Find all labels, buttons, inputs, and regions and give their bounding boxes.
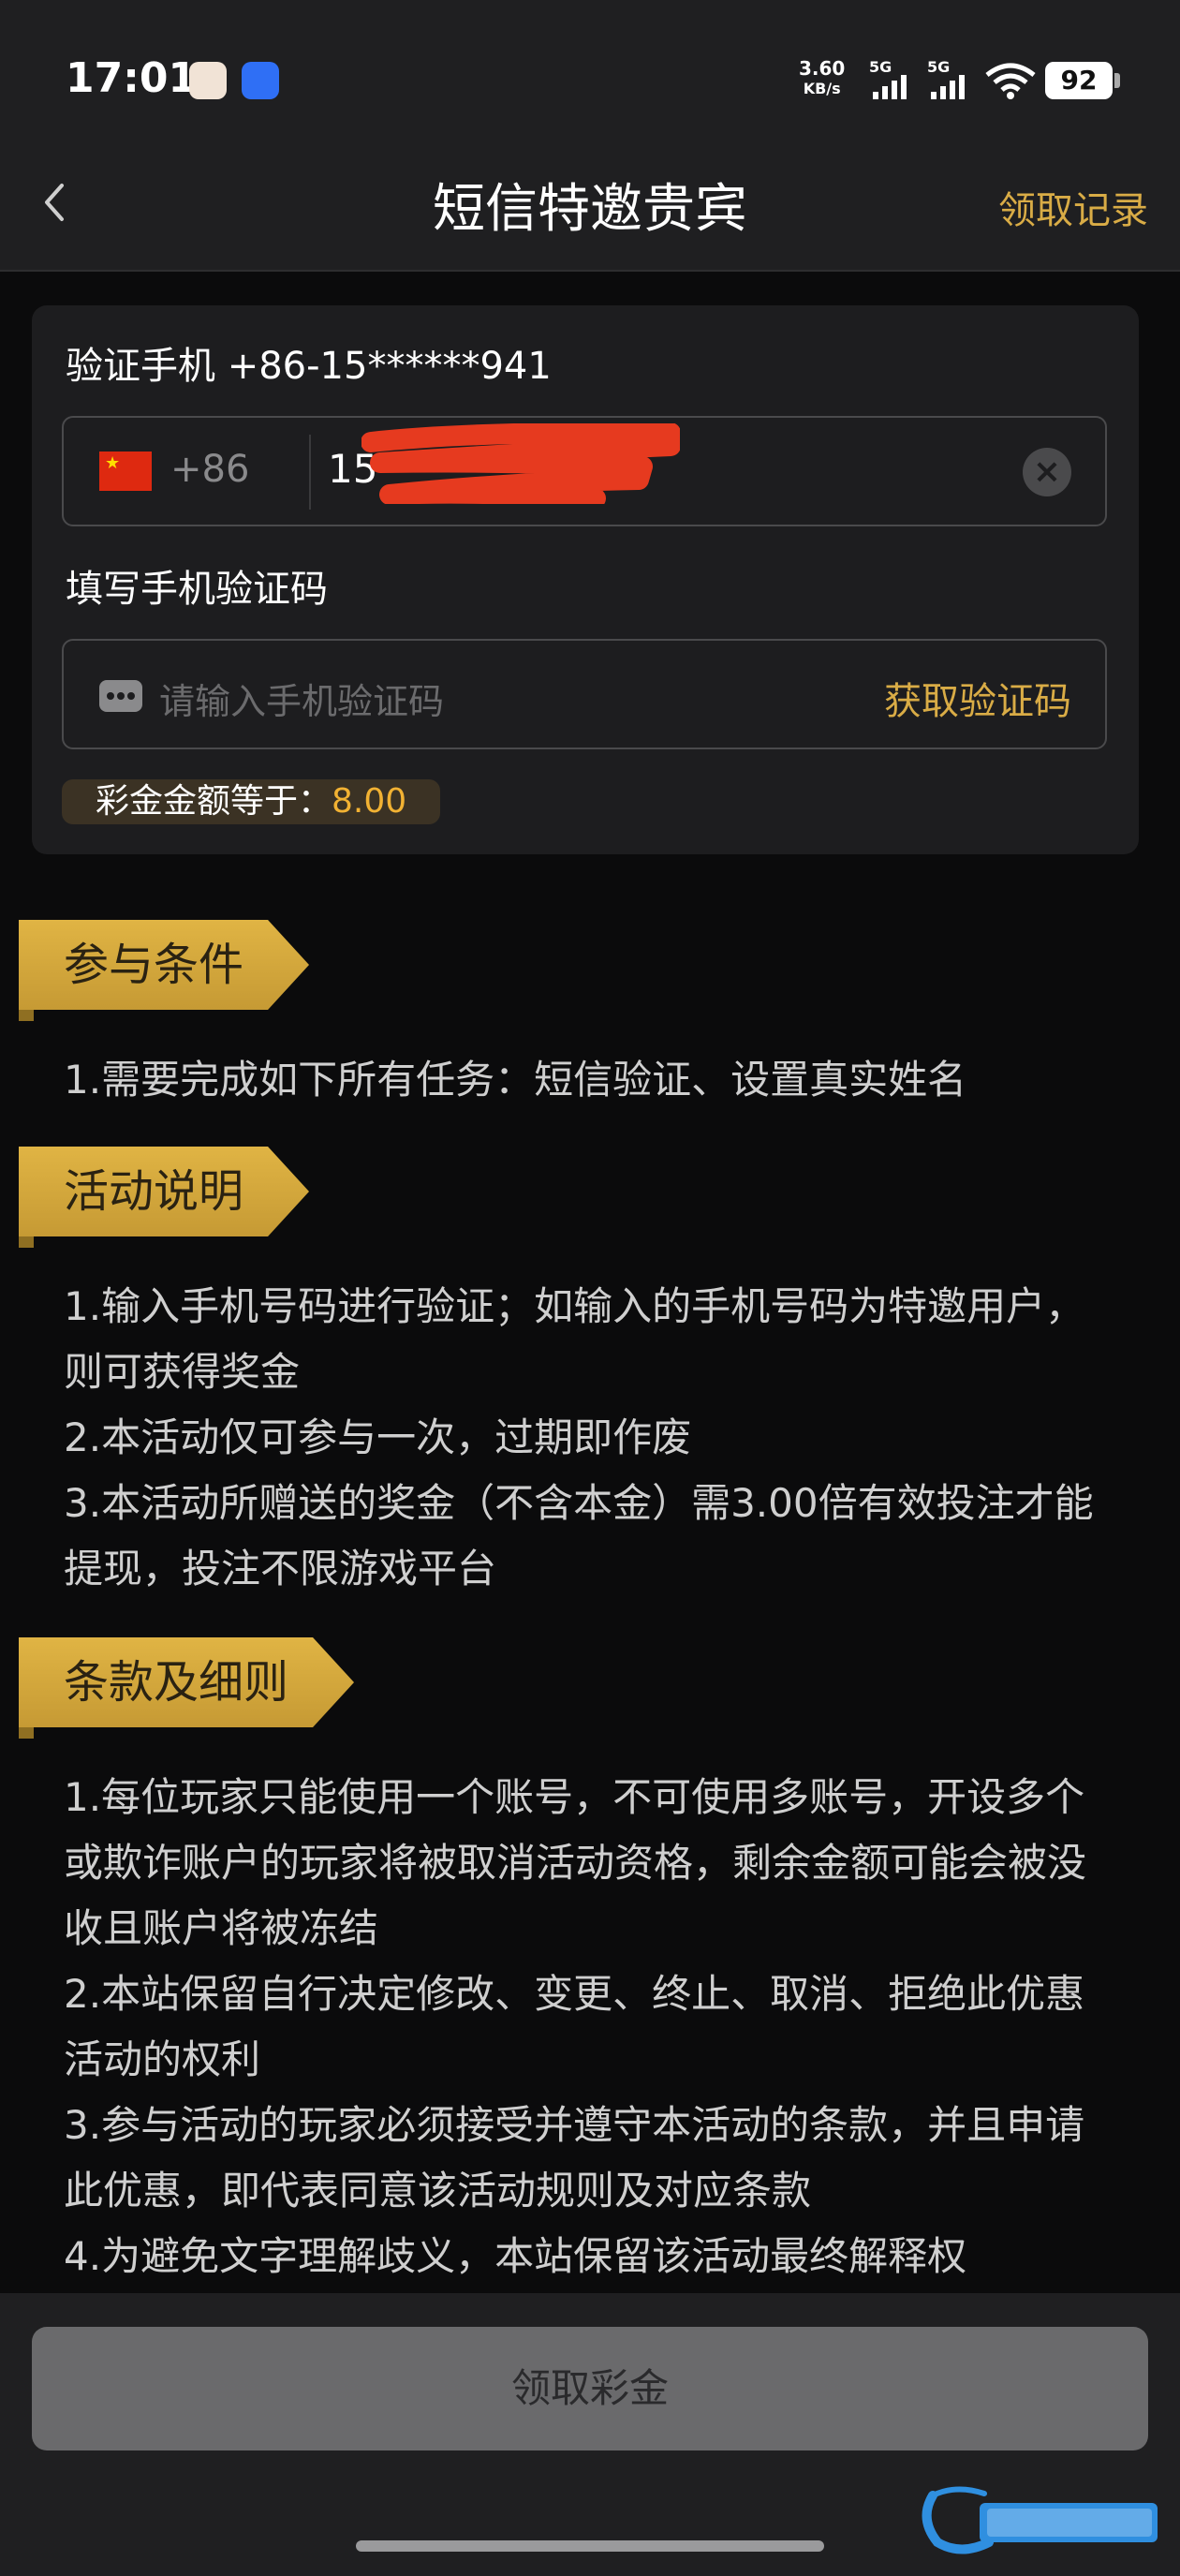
network-speed-unit: KB/s xyxy=(803,80,841,97)
phone-input[interactable]: ★ +86 15 × xyxy=(62,416,1107,526)
paw-app-icon xyxy=(242,62,279,99)
section-tag-fold xyxy=(19,1236,34,1248)
signal-label-1: 5G xyxy=(869,58,892,76)
avatar-app-icon xyxy=(189,62,227,99)
list-item: 3.本活动所赠送的奖金（不含本金）需3.00倍有效投注才能提现，投注不限游戏平台 xyxy=(64,1480,1094,1591)
signal-icon-2: 5G xyxy=(927,58,976,99)
battery-tip xyxy=(1114,73,1120,88)
clear-icon[interactable]: × xyxy=(1023,448,1071,496)
code-placeholder[interactable]: 请输入手机验证码 xyxy=(159,673,444,724)
list-item: 2.本站保留自行决定修改、变更、终止、取消、拒绝此优惠活动的权利 xyxy=(64,1971,1085,2082)
wifi-icon xyxy=(985,63,1036,99)
home-indicator[interactable] xyxy=(356,2540,824,2552)
status-bar: 17:01 3.60 KB/s 5G 5G 92 xyxy=(0,0,1180,141)
nav-header: 短信特邀贵宾 领取记录 xyxy=(0,141,1180,272)
list-item: 4.为避免文字理解歧义，本站保留该活动最终解释权 xyxy=(64,2233,967,2279)
battery-icon: 92 xyxy=(1045,62,1113,99)
country-code[interactable]: +86 xyxy=(170,448,249,491)
red-redaction-scribble xyxy=(361,423,680,504)
section-tag-fold xyxy=(19,1727,34,1739)
watermark-logo xyxy=(922,2486,1158,2554)
list-item: 3.参与活动的玩家必须接受并遵守本活动的条款，并且申请此优惠，即代表同意该活动规… xyxy=(64,2102,1085,2213)
conditions-text: 1.需要完成如下所有任务：短信验证、设置真实姓名 xyxy=(64,1047,1122,1113)
code-label: 填写手机验证码 xyxy=(66,568,328,611)
list-item: 1.输入手机号码进行验证；如输入的手机号码为特邀用户，则可获得奖金 xyxy=(64,1283,1085,1395)
verification-card: 验证手机 +86-15******941 ★ +86 15 × 填写手机验证码 … xyxy=(32,305,1139,854)
network-speed-value: 3.60 xyxy=(799,57,846,80)
signal-icon-1: 5G xyxy=(869,58,918,99)
section-tag-terms: 条款及细则 xyxy=(19,1637,354,1727)
section-tag-conditions: 参与条件 xyxy=(19,920,309,1010)
network-speed: 3.60 KB/s xyxy=(799,58,845,99)
verify-phone-label: 验证手机 +86-15******941 xyxy=(66,345,552,388)
sms-icon xyxy=(99,680,142,712)
amount-badge: 彩金金额等于：8.00 xyxy=(62,779,441,824)
amount-value: 8.00 xyxy=(332,782,407,821)
claim-bonus-button[interactable]: 领取彩金 xyxy=(32,2327,1148,2450)
phone-divider xyxy=(309,435,311,510)
list-item: 2.本活动仅可参与一次，过期即作废 xyxy=(64,1414,692,1460)
verification-code-input[interactable]: 请输入手机验证码 获取验证码 xyxy=(62,639,1107,749)
status-time: 17:01 xyxy=(66,54,198,102)
description-text: 1.输入手机号码进行验证；如输入的手机号码为特邀用户，则可获得奖金 2.本活动仅… xyxy=(64,1274,1122,1602)
list-item: 1.需要完成如下所有任务：短信验证、设置真实姓名 xyxy=(64,1057,967,1103)
list-item: 1.每位玩家只能使用一个账号，不可使用多账号，开设多个或欺诈账户的玩家将被取消活… xyxy=(64,1774,1087,1951)
terms-text: 1.每位玩家只能使用一个账号，不可使用多账号，开设多个或欺诈账户的玩家将被取消活… xyxy=(64,1765,1122,2289)
get-code-button[interactable]: 获取验证码 xyxy=(884,671,1071,725)
records-link[interactable]: 领取记录 xyxy=(998,180,1148,234)
section-tag-description: 活动说明 xyxy=(19,1147,309,1236)
footer-bar: 领取彩金 xyxy=(0,2293,1180,2576)
china-flag-icon: ★ xyxy=(99,452,152,491)
signal-label-2: 5G xyxy=(927,58,951,76)
section-tag-fold xyxy=(19,1010,34,1021)
amount-label: 彩金金额等于： xyxy=(96,782,332,821)
